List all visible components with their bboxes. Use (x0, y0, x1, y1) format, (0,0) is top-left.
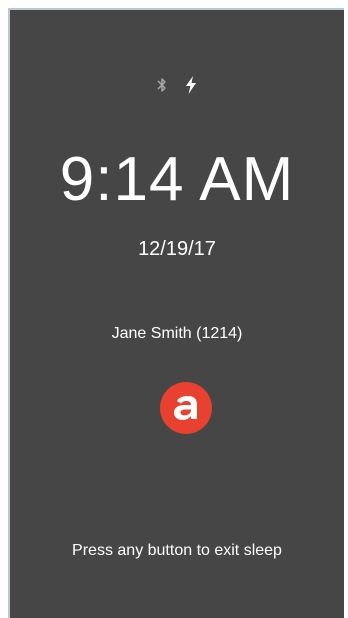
user-name: Jane Smith (1214) (111, 325, 243, 342)
sleep-screen[interactable]: 9:14 AM 12/19/17 Jane Smith (1214) Press… (8, 8, 344, 618)
exit-sleep-hint: Press any button to exit sleep (72, 542, 282, 559)
clock-time: 9:14 AM (59, 145, 295, 214)
status-icons (10, 76, 344, 94)
charging-icon (185, 76, 197, 94)
date-display: 12/19/17 (138, 238, 216, 260)
bluetooth-icon (157, 77, 167, 93)
app-logo-icon (160, 382, 212, 434)
